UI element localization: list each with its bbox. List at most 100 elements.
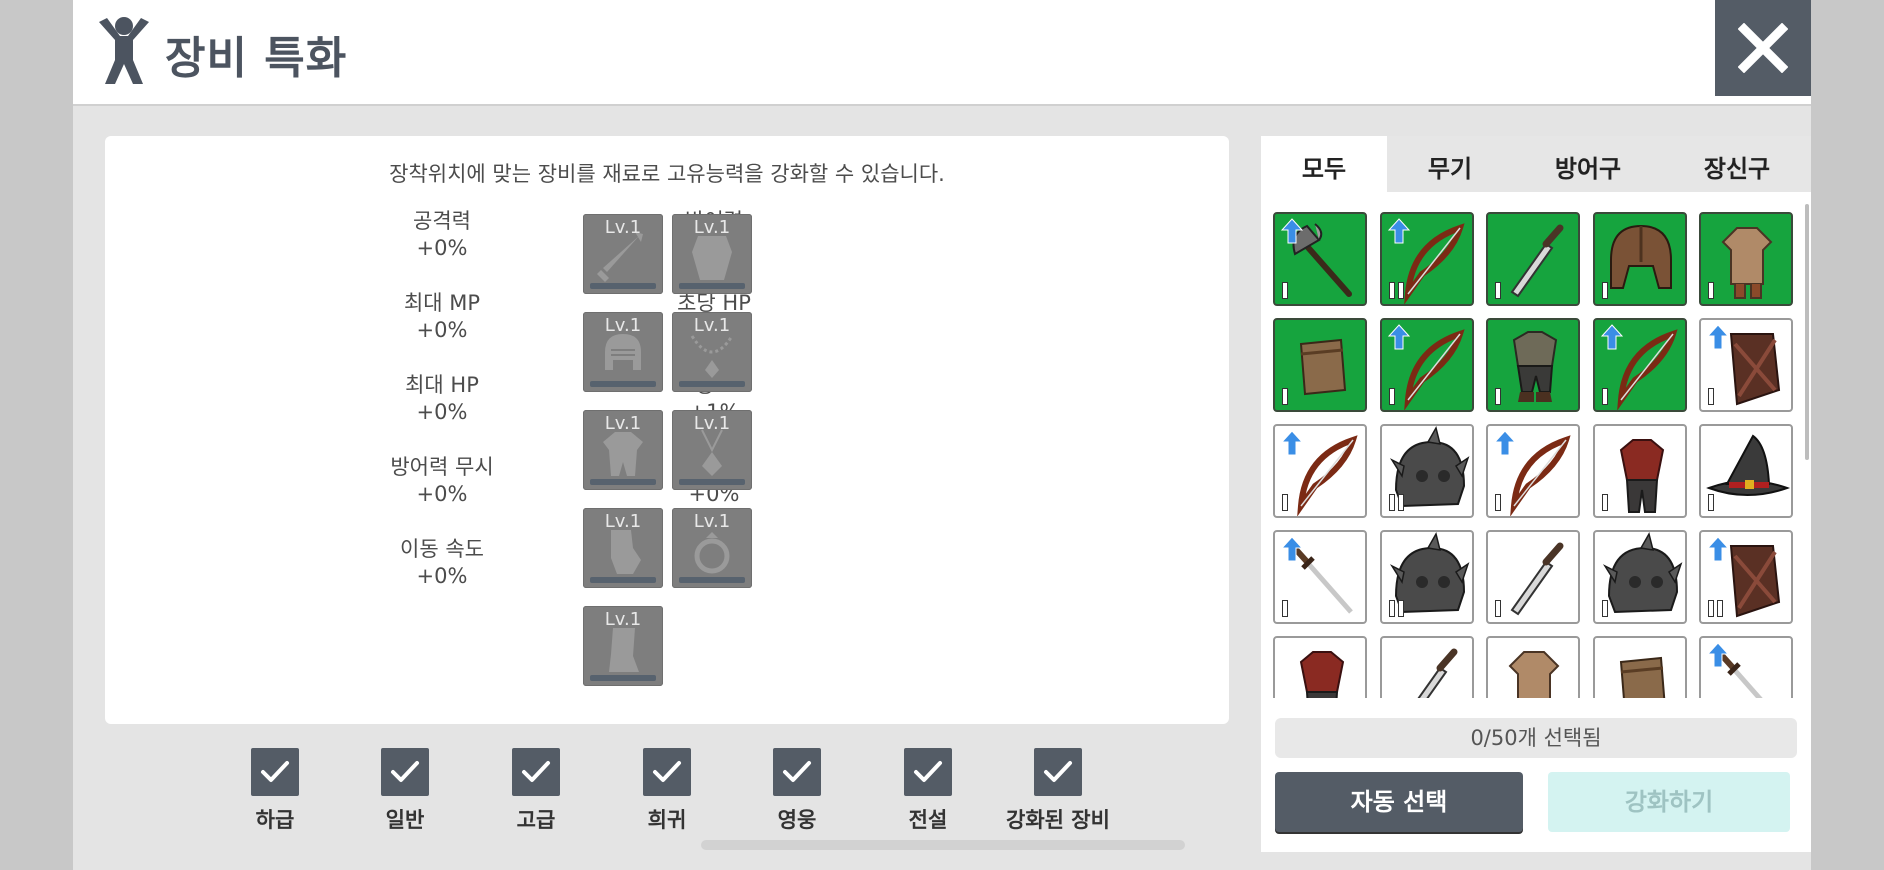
inventory-item[interactable] (1592, 318, 1687, 412)
inventory-item[interactable] (1592, 212, 1687, 306)
grade-label: 영웅 (777, 808, 817, 832)
stat-6: 방어력 무시 +0% (367, 454, 517, 508)
horizontal-scrollbar[interactable] (701, 840, 1185, 850)
slot-progress-bar (679, 479, 745, 485)
tab-0[interactable]: 모두 (1261, 136, 1387, 192)
tier-marker (1601, 494, 1608, 511)
tier-marker (1495, 494, 1501, 511)
tier-marker (1282, 600, 1288, 617)
grade-label: 하급 (255, 808, 295, 832)
inventory-card: 모두 무기 방어구 장신구 0/50개 선택됨 자동 선택 강화하기 (1261, 136, 1811, 852)
close-button[interactable] (1715, 0, 1811, 96)
grade-checkbox[interactable] (512, 748, 560, 796)
stat-4: 최대 HP +0% (367, 372, 517, 426)
equipment-slot[interactable]: Lv.1 (583, 312, 663, 392)
inventory-item[interactable] (1699, 530, 1793, 624)
tab-3[interactable]: 장신구 (1663, 136, 1811, 192)
vertical-scrollbar[interactable] (1805, 204, 1809, 460)
stat-2: 최대 MP +0% (367, 290, 517, 344)
equipment-slot[interactable]: Lv.1 (672, 312, 752, 392)
grade-filter: 고급 (471, 748, 601, 834)
tier-marker (1708, 282, 1714, 299)
slot-level: Lv.1 (604, 413, 642, 434)
equipment-slot[interactable]: Lv.1 (672, 410, 752, 490)
grade-checkbox[interactable] (773, 748, 821, 796)
header: 장비 특화 (73, 0, 1811, 106)
inventory-item[interactable] (1273, 424, 1367, 518)
grade-filter: 하급 (210, 748, 340, 834)
equipment-slot[interactable]: Lv.1 (583, 606, 663, 686)
inventory-item[interactable] (1486, 424, 1580, 518)
inventory-item[interactable] (1273, 212, 1367, 306)
slot-progress-bar (590, 577, 656, 583)
grade-checkbox[interactable] (1034, 748, 1082, 796)
stat-name: 최대 MP (403, 291, 481, 315)
equipment-slot[interactable]: Lv.1 (672, 508, 752, 588)
grade-label: 전설 (908, 808, 948, 832)
checkmark-icon (653, 761, 681, 782)
inventory-item[interactable] (1273, 530, 1367, 624)
tab-2[interactable]: 방어구 (1513, 136, 1663, 192)
stat-name: 공격력 (413, 209, 471, 233)
tier-marker (1388, 600, 1404, 617)
inventory-item[interactable] (1592, 530, 1687, 624)
inventory-item[interactable] (1379, 212, 1474, 306)
stat-value: +0% (416, 400, 468, 424)
slot-progress-bar (590, 283, 656, 289)
inventory-item[interactable] (1273, 636, 1367, 698)
inventory-item[interactable] (1379, 424, 1474, 518)
stat-0: 공격력 +0% (367, 208, 517, 262)
checkmark-icon (1044, 761, 1072, 782)
equipment-slot[interactable]: Lv.1 (583, 214, 663, 294)
slot-level: Lv.1 (604, 315, 642, 336)
slot-progress-bar (590, 479, 656, 485)
inventory-item[interactable] (1592, 636, 1687, 698)
tier-marker (1495, 282, 1501, 299)
inventory-item[interactable] (1699, 636, 1793, 698)
inventory-item[interactable] (1486, 318, 1580, 412)
checkmark-icon (391, 761, 419, 782)
grade-filter: 일반 (340, 748, 470, 834)
slot-level: Lv.1 (693, 315, 731, 336)
tier-marker (1282, 282, 1288, 299)
stat-name: 최대 HP (405, 373, 479, 397)
equipment-slot[interactable]: Lv.1 (583, 410, 663, 490)
inventory-item[interactable] (1486, 530, 1580, 624)
inventory-item[interactable] (1699, 424, 1793, 518)
inventory-item[interactable] (1592, 424, 1687, 518)
page-title: 장비 특화 (165, 33, 348, 84)
checkmark-icon (783, 761, 811, 782)
inventory-item[interactable] (1379, 530, 1474, 624)
tier-marker (1495, 600, 1501, 617)
stat-value: +0% (416, 482, 468, 506)
grade-checkbox[interactable] (643, 748, 691, 796)
instruction-text: 장착위치에 맞는 장비를 재료로 고유능력을 강화할 수 있습니다. (389, 162, 945, 186)
inventory-item[interactable] (1486, 636, 1580, 698)
checkmark-icon (522, 761, 550, 782)
equipment-slot[interactable]: Lv.1 (672, 214, 752, 294)
tier-marker (1601, 388, 1608, 405)
slot-progress-bar (679, 381, 745, 387)
inventory-item[interactable] (1699, 212, 1793, 306)
slot-level: Lv.1 (604, 217, 642, 238)
inventory-item[interactable] (1379, 636, 1474, 698)
checkmark-icon (261, 761, 289, 782)
enhance-button[interactable]: 강화하기 (1548, 772, 1790, 832)
tier-marker (1708, 494, 1714, 511)
person-icon (95, 14, 153, 90)
equipment-specialization-panel: 장비 특화 장착위치에 맞는 장비를 재료로 고유능력을 강화할 수 있습니다.… (73, 0, 1811, 870)
grade-checkbox[interactable] (904, 748, 952, 796)
tab-1[interactable]: 무기 (1387, 136, 1513, 192)
inventory-item[interactable] (1699, 318, 1793, 412)
inventory-item[interactable] (1486, 212, 1580, 306)
equipment-slot[interactable]: Lv.1 (583, 508, 663, 588)
stat-name: 이동 속도 (400, 537, 484, 561)
grade-checkbox[interactable] (251, 748, 299, 796)
auto-select-button[interactable]: 자동 선택 (1275, 772, 1523, 832)
slot-level: Lv.1 (693, 217, 731, 238)
inventory-item[interactable] (1273, 318, 1367, 412)
inventory-item[interactable] (1379, 318, 1474, 412)
grade-label: 고급 (516, 808, 556, 832)
grade-checkbox[interactable] (381, 748, 429, 796)
slot-level: Lv.1 (693, 511, 731, 532)
